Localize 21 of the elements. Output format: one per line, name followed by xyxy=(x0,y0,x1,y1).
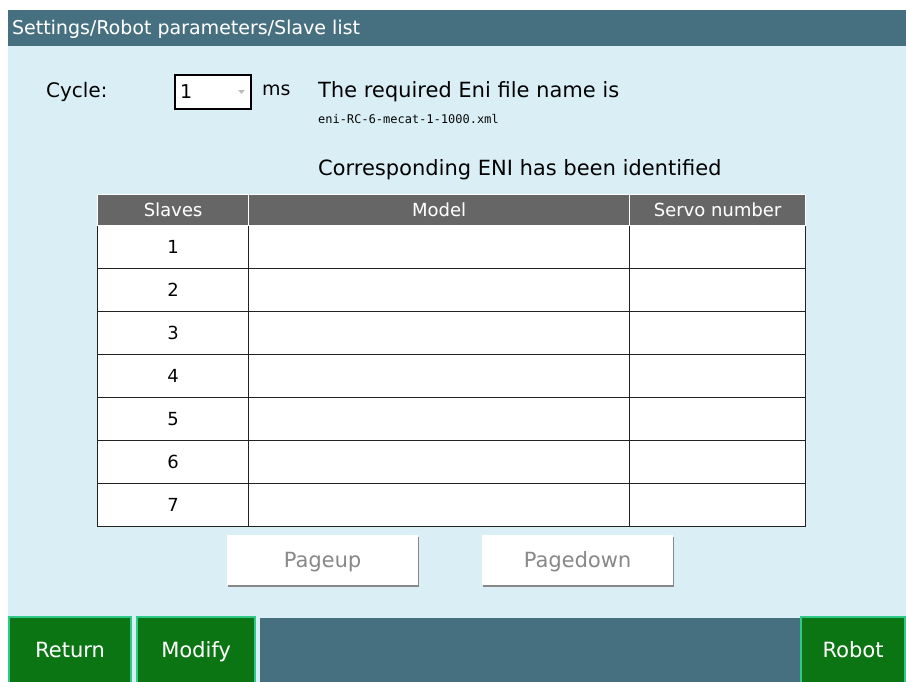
table-cell: 2 xyxy=(98,268,248,312)
table-cell: 1 xyxy=(98,226,248,268)
table-cell: 4 xyxy=(98,354,248,398)
dropdown-icon xyxy=(238,90,245,94)
column-header: Model xyxy=(248,194,630,226)
table-cell: 7 xyxy=(98,484,248,526)
window-title: Settings/Robot parameters/Slave list xyxy=(8,10,906,46)
footer-button[interactable]: Robot xyxy=(800,616,906,682)
table-cell: 5 xyxy=(98,398,248,440)
eni-prompt: The required Eni file name is xyxy=(318,77,620,102)
table-cell: 6 xyxy=(98,440,248,484)
column-header: Slaves xyxy=(98,194,248,226)
cycle-spinbox[interactable]: 1 xyxy=(174,74,252,110)
eni-filename: eni-RC-6-mecat-1-1000.xml xyxy=(318,112,500,126)
unit-label: ms xyxy=(262,77,292,102)
eni-status: Corresponding ENI has been identified xyxy=(318,156,722,180)
footer-button[interactable]: Modify xyxy=(136,616,256,682)
footer-button[interactable]: Return xyxy=(8,616,132,682)
column-header: Servo number xyxy=(630,194,806,226)
table-cell: 3 xyxy=(98,312,248,354)
cycle-label: Cycle: xyxy=(46,77,108,104)
